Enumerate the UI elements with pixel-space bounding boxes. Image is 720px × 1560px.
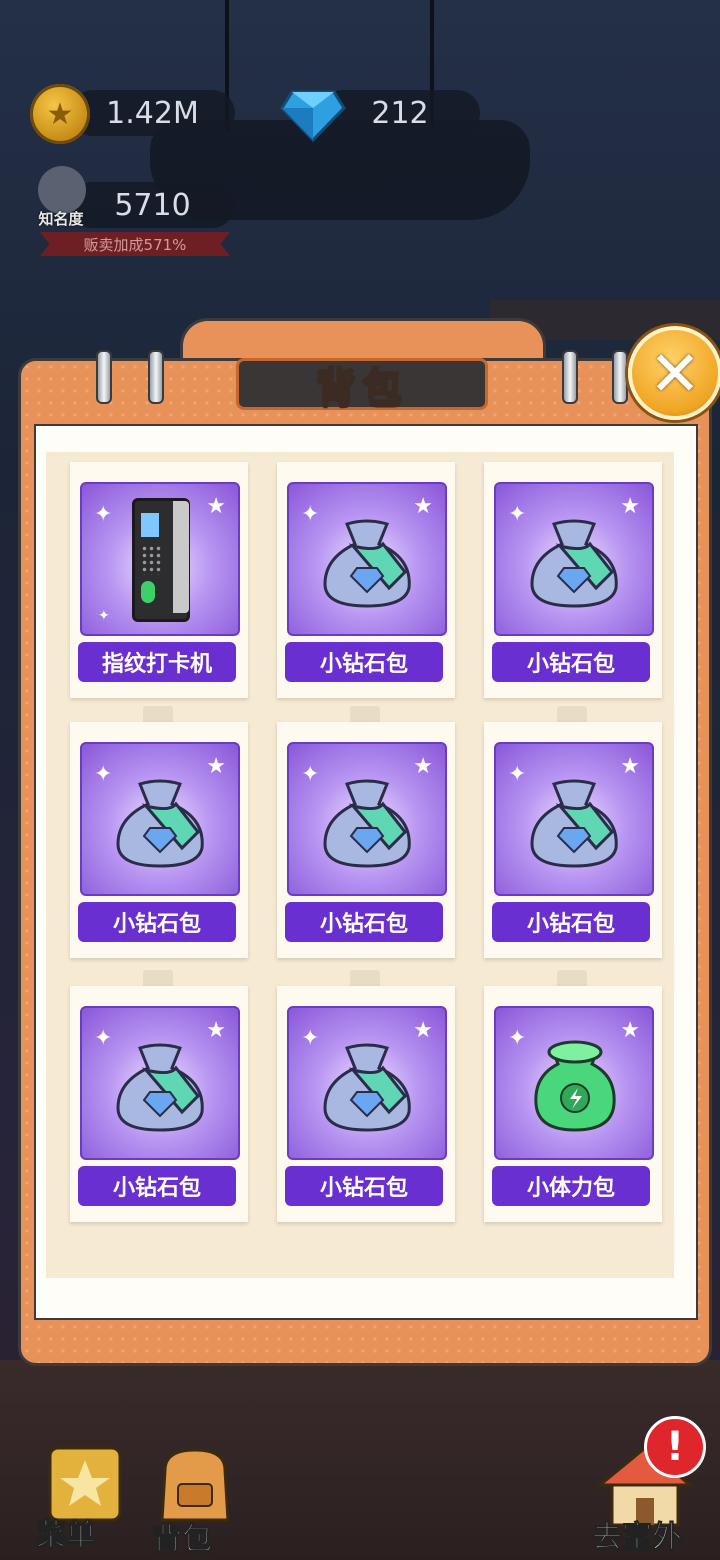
inventory-item[interactable]: ✦ ★ ✦ 指纹打卡机 — [70, 462, 248, 698]
inventory-item[interactable]: ✦ ★ 小体力包 — [484, 986, 662, 1222]
inventory-item[interactable]: ✦ ★ 小钻石包 — [277, 722, 455, 958]
fingerprint-clock-icon — [132, 498, 190, 622]
diamond-value: 212 — [371, 95, 429, 131]
binder-ring — [148, 350, 164, 404]
stamina-bag-icon — [534, 1040, 616, 1132]
fame-counter: 5710 — [70, 182, 235, 228]
diamond-bag-icon — [323, 779, 411, 868]
item-art: ✦ ★ — [494, 1006, 654, 1160]
item-art: ✦ ★ — [287, 1006, 447, 1160]
item-label: 小体力包 — [492, 1166, 650, 1206]
close-icon: ✕ — [649, 336, 701, 410]
inventory-item[interactable]: ✦ ★ 小钻石包 — [70, 722, 248, 958]
coin-value: 1.42M — [106, 95, 199, 131]
item-label: 小钻石包 — [492, 642, 650, 682]
fame-value: 5710 — [114, 187, 191, 223]
inventory-item[interactable]: ✦ ★ 小钻石包 — [277, 986, 455, 1222]
binder-ring — [562, 350, 578, 404]
alert-badge: ! — [644, 1416, 706, 1478]
item-art: ✦ ★ — [80, 1006, 240, 1160]
sales-bonus-badge: 贩卖加成571% — [40, 232, 230, 256]
inventory-item[interactable]: ✦ ★ 小钻石包 — [484, 722, 662, 958]
go-outdoor-label: 去室外 — [592, 1520, 683, 1556]
binder-ring — [96, 350, 112, 404]
item-label: 小钻石包 — [285, 642, 443, 682]
coin-counter: 1.42M — [70, 90, 235, 136]
item-art: ✦ ★ ✦ — [80, 482, 240, 636]
diamond-bag-icon — [323, 519, 411, 608]
panel-title-bar: 背包 — [236, 358, 488, 412]
item-label: 小钻石包 — [492, 902, 650, 942]
inventory-item[interactable]: ✦ ★ 小钻石包 — [70, 986, 248, 1222]
item-label: 指纹打卡机 — [78, 642, 236, 682]
item-art: ✦ ★ — [287, 482, 447, 636]
diamond-bag-icon — [530, 779, 618, 868]
item-art: ✦ ★ — [494, 742, 654, 896]
item-label: 小钻石包 — [285, 1166, 443, 1206]
diamond-bag-icon — [530, 519, 618, 608]
item-art: ✦ ★ — [494, 482, 654, 636]
alert-icon: ! — [665, 1424, 685, 1470]
item-label: 小钻石包 — [78, 902, 236, 942]
inventory-item[interactable]: ✦ ★ 小钻石包 — [484, 462, 662, 698]
avatar — [38, 166, 86, 214]
item-art: ✦ ★ — [80, 742, 240, 896]
item-label: 小钻石包 — [78, 1166, 236, 1206]
diamond-bag-icon — [116, 1043, 204, 1132]
menu-label: 菜单 — [36, 1518, 97, 1554]
bag-label: 背包 — [152, 1522, 213, 1558]
item-art: ✦ ★ — [287, 742, 447, 896]
binder-ring — [612, 350, 628, 404]
diamond-bag-icon — [323, 1043, 411, 1132]
diamond-icon — [280, 90, 346, 143]
fame-label: 知名度 — [38, 210, 84, 228]
diamond-bag-icon — [116, 779, 204, 868]
inventory-item[interactable]: ✦ ★ 小钻石包 — [277, 462, 455, 698]
coin-icon: ★ — [30, 84, 90, 144]
panel-title: 背包 — [315, 364, 408, 412]
item-label: 小钻石包 — [285, 902, 443, 942]
close-button[interactable]: ✕ — [628, 326, 720, 420]
